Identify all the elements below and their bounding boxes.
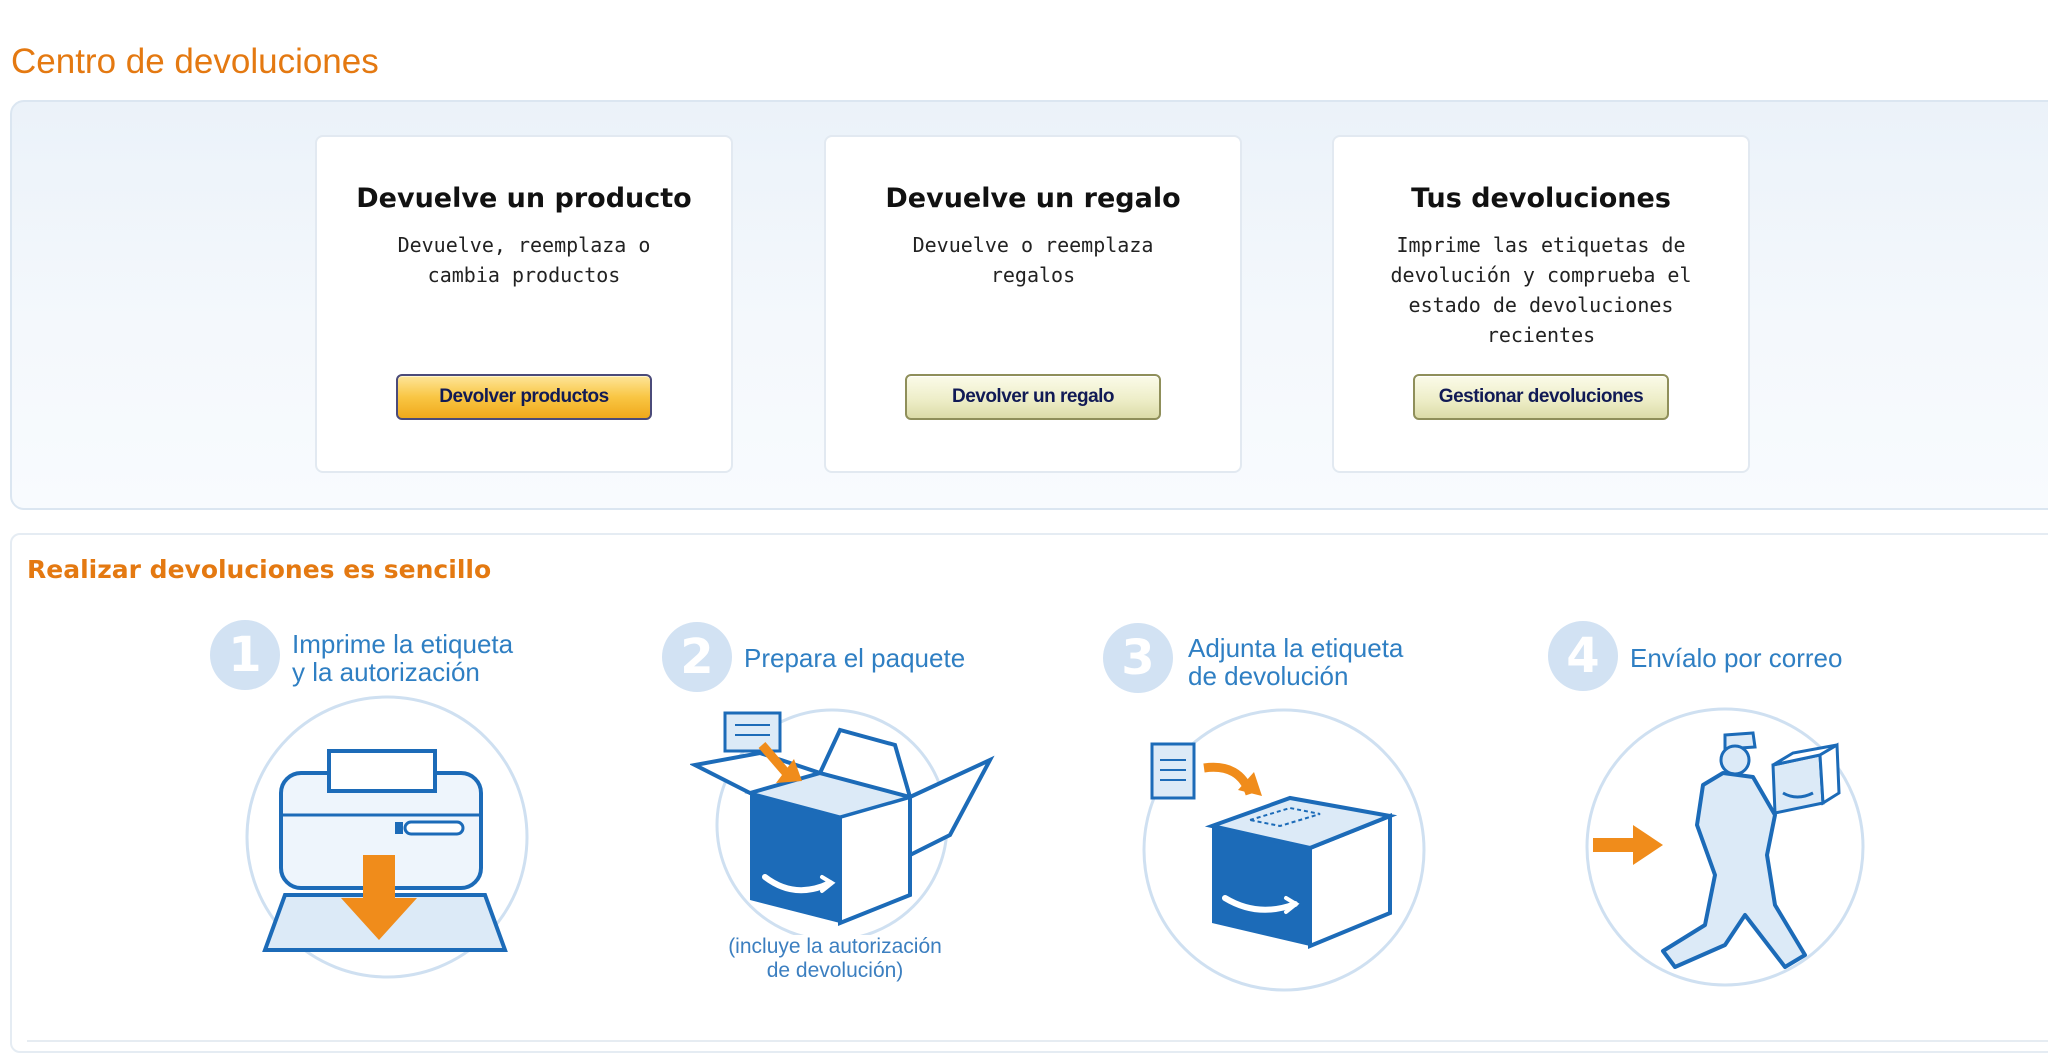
step-4-number: 4 bbox=[1548, 621, 1618, 691]
open-box-icon bbox=[690, 708, 995, 935]
step-label-line: Prepara el paquete bbox=[744, 643, 966, 673]
card-description: Devuelve, reemplaza o cambia productos bbox=[397, 233, 651, 287]
step-label-line: Imprime la etiqueta bbox=[292, 629, 514, 659]
step-1-label: Imprime la etiqueta y la autorización bbox=[292, 630, 513, 686]
card-description: Imprime las etiquetas de devolución y co… bbox=[1390, 233, 1692, 347]
card-your-returns: Tus devoluciones Imprime las etiquetas d… bbox=[1332, 135, 1750, 473]
step-3-number: 3 bbox=[1103, 623, 1173, 693]
card-title: Devuelve un regalo bbox=[885, 183, 1181, 214]
courier-icon bbox=[1585, 707, 1865, 987]
card-return-product: Devuelve un producto Devuelve, reemplaza… bbox=[315, 135, 733, 473]
step-3-label: Adjunta la etiqueta de devolución bbox=[1188, 634, 1403, 690]
steps-title: Realizar devoluciones es sencillo bbox=[27, 555, 492, 584]
page-title: Centro de devoluciones bbox=[11, 42, 379, 81]
step-label-line: y la autorización bbox=[292, 657, 480, 687]
printer-icon bbox=[245, 695, 529, 979]
step-4-label: Envíalo por correo bbox=[1630, 644, 1842, 672]
step-1-number: 1 bbox=[210, 620, 280, 690]
note-line: (incluye la autorización bbox=[728, 935, 942, 958]
step-label-line: Envíalo por correo bbox=[1630, 643, 1843, 673]
card-return-gift: Devuelve un regalo Devuelve o reemplaza … bbox=[824, 135, 1242, 473]
step-label-line: de devolución bbox=[1188, 661, 1349, 691]
note-line: de devolución) bbox=[766, 959, 904, 982]
closed-box-icon bbox=[1142, 708, 1426, 992]
return-products-button[interactable]: Devolver productos bbox=[396, 374, 652, 420]
step-2-note: (incluye la autorización de devolución) bbox=[690, 935, 980, 983]
step-label-line: Adjunta la etiqueta bbox=[1188, 633, 1404, 663]
return-gift-button[interactable]: Devolver un regalo bbox=[905, 374, 1161, 420]
step-2-number: 2 bbox=[662, 622, 732, 692]
card-title: Devuelve un producto bbox=[356, 183, 692, 214]
manage-returns-button[interactable]: Gestionar devoluciones bbox=[1413, 374, 1669, 420]
bottom-divider bbox=[27, 1040, 2048, 1042]
card-description: Devuelve o reemplaza regalos bbox=[912, 233, 1154, 287]
step-2-label: Prepara el paquete bbox=[744, 644, 965, 672]
card-title: Tus devoluciones bbox=[1411, 183, 1671, 214]
